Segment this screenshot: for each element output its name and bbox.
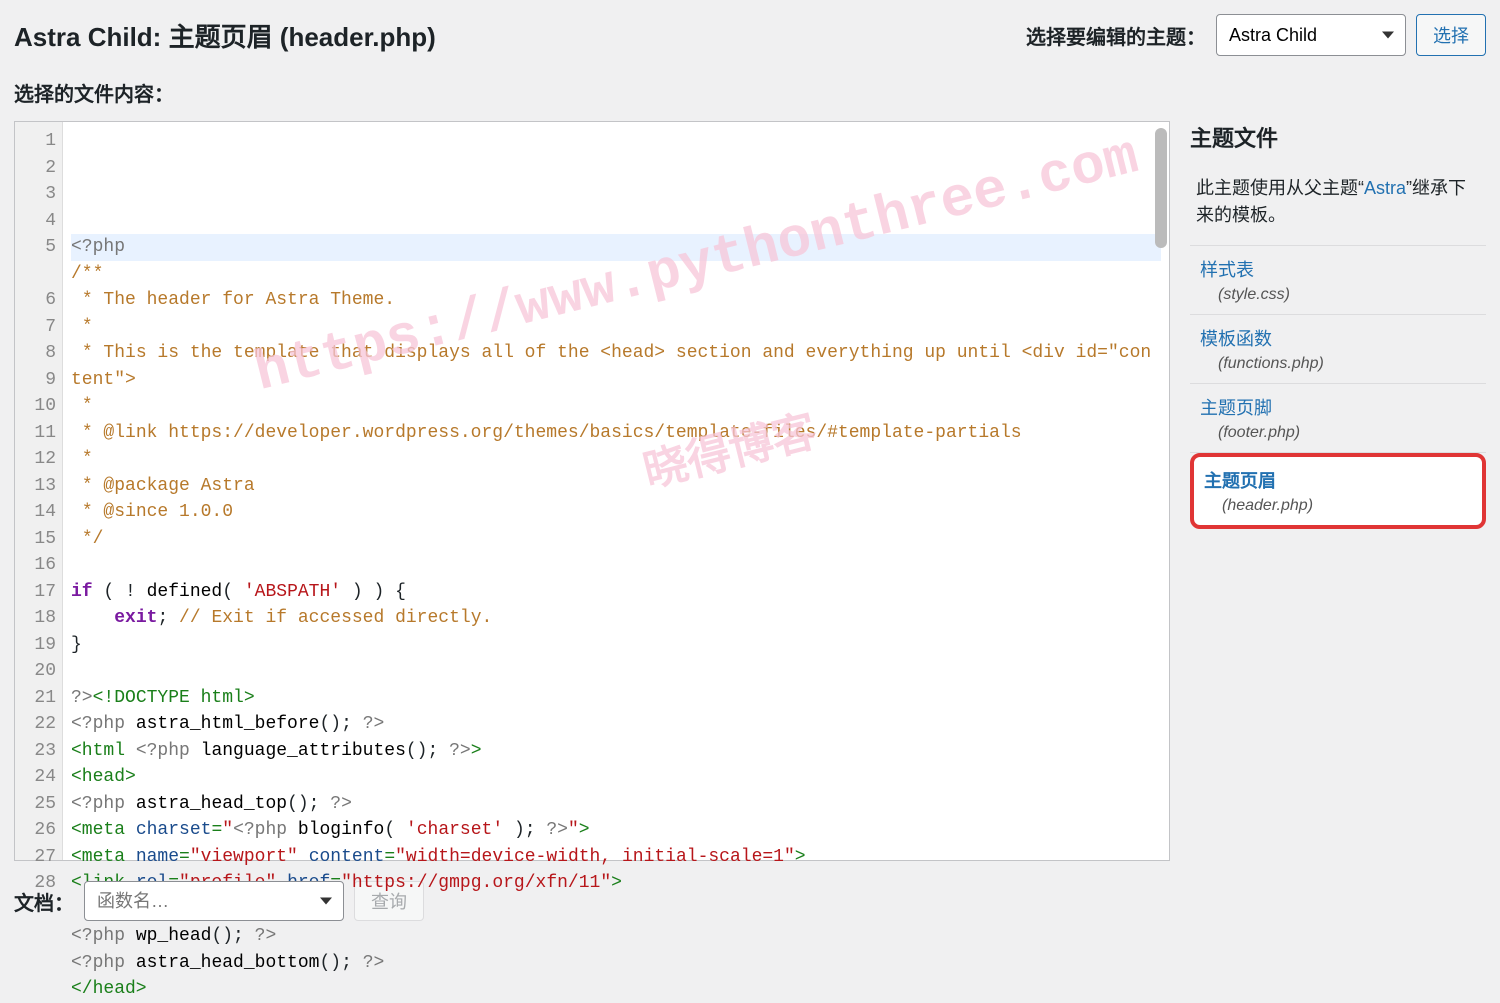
code-line[interactable]: ?><!DOCTYPE html> xyxy=(71,685,1161,712)
code-line[interactable]: </head> xyxy=(71,976,1161,1003)
code-line[interactable]: /** xyxy=(71,261,1161,288)
code-line[interactable]: * xyxy=(71,314,1161,341)
code-line[interactable]: * @package Astra xyxy=(71,473,1161,500)
code-line[interactable]: <?php astra_html_before(); ?> xyxy=(71,711,1161,738)
sidebar-title: 主题文件 xyxy=(1190,121,1486,153)
code-line[interactable]: <meta charset="<?php bloginfo( 'charset'… xyxy=(71,817,1161,844)
code-line[interactable]: if ( ! defined( 'ABSPATH' ) ) { xyxy=(71,579,1161,606)
theme-file-name: 主题页眉 xyxy=(1204,467,1472,493)
code-line[interactable]: <html <?php language_attributes(); ?>> xyxy=(71,738,1161,765)
theme-file-sub: (header.php) xyxy=(1204,497,1472,515)
code-area[interactable]: https://www.pythonthree.com 晓得博客 <?php/*… xyxy=(63,122,1169,860)
theme-file-item[interactable]: 模板函数 (functions.php) xyxy=(1190,315,1486,384)
editor-scrollbar[interactable] xyxy=(1155,128,1167,248)
code-editor[interactable]: 12345 6789101112131415161718192021222324… xyxy=(14,121,1170,861)
theme-file-sub: (functions.php) xyxy=(1200,355,1476,373)
content-label: 选择的文件内容： xyxy=(14,78,1486,107)
theme-file-name: 模板函数 xyxy=(1200,325,1476,351)
sidebar-info: 此主题使用从父主题“Astra”继承下来的模板。 xyxy=(1190,175,1486,245)
function-name-select[interactable]: 函数名… xyxy=(84,881,344,921)
theme-file-item[interactable]: 主题页脚 (footer.php) xyxy=(1190,384,1486,453)
code-line[interactable]: <?php astra_head_top(); ?> xyxy=(71,791,1161,818)
code-line[interactable]: * @link https://developer.wordpress.org/… xyxy=(71,420,1161,447)
theme-file-sub: (footer.php) xyxy=(1200,424,1476,442)
code-line[interactable]: } xyxy=(71,632,1161,659)
theme-file-list: 样式表 (style.css) 模板函数 (functions.php) 主题页脚 (fo… xyxy=(1190,245,1486,529)
code-line[interactable]: * This is the template that displays all… xyxy=(71,340,1161,393)
parent-theme-link[interactable]: Astra xyxy=(1364,178,1406,198)
theme-file-name: 样式表 xyxy=(1200,256,1476,282)
code-line[interactable]: */ xyxy=(71,526,1161,553)
code-line[interactable]: <?php astra_head_bottom(); ?> xyxy=(71,950,1161,977)
theme-file-name: 主题页脚 xyxy=(1200,394,1476,420)
theme-select-label: 选择要编辑的主题： xyxy=(1026,21,1206,50)
code-line[interactable] xyxy=(71,658,1161,685)
code-line[interactable]: exit; // Exit if accessed directly. xyxy=(71,605,1161,632)
theme-file-item[interactable]: 样式表 (style.css) xyxy=(1190,245,1486,315)
select-theme-button[interactable]: 选择 xyxy=(1416,14,1486,56)
code-line[interactable]: <?php xyxy=(71,234,1161,261)
code-line[interactable]: * xyxy=(71,393,1161,420)
code-line[interactable]: * xyxy=(71,446,1161,473)
line-number-gutter: 12345 6789101112131415161718192021222324… xyxy=(15,122,63,860)
code-line[interactable]: <meta name="viewport" content="width=dev… xyxy=(71,844,1161,871)
theme-select-group: 选择要编辑的主题： Astra Child 选择 xyxy=(1026,14,1486,56)
code-line[interactable]: * The header for Astra Theme. xyxy=(71,287,1161,314)
theme-file-item[interactable]: 主题页眉 (header.php) xyxy=(1190,453,1486,529)
theme-file-sub: (style.css) xyxy=(1200,286,1476,304)
code-line[interactable]: <?php wp_head(); ?> xyxy=(71,923,1161,950)
code-line[interactable]: * @since 1.0.0 xyxy=(71,499,1161,526)
code-line[interactable]: <head> xyxy=(71,764,1161,791)
code-line[interactable] xyxy=(71,552,1161,579)
page-title: Astra Child: 主题页眉 (header.php) xyxy=(14,17,436,54)
theme-select[interactable]: Astra Child xyxy=(1216,14,1406,56)
